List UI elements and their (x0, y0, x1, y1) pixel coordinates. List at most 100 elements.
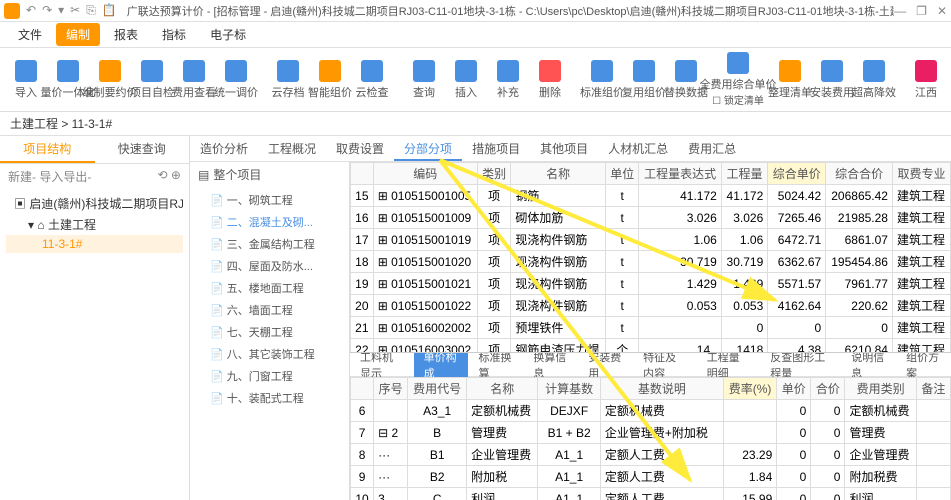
col-header[interactable] (351, 378, 374, 400)
cell[interactable]: 砌体加筋 (511, 207, 606, 229)
cell[interactable] (916, 444, 950, 466)
ribbon-项目自检[interactable]: 项目自检 (132, 58, 172, 102)
cell[interactable] (639, 317, 721, 339)
cell[interactable]: A1_1 (538, 444, 600, 466)
cell[interactable]: 钢筋 (511, 185, 606, 207)
cell[interactable]: 项 (477, 295, 511, 317)
cell[interactable]: 0 (811, 400, 845, 422)
cell[interactable]: 个 (605, 339, 639, 353)
cell[interactable]: 15.99 (723, 488, 776, 500)
col-header[interactable]: 综合单价 (768, 163, 826, 185)
cell[interactable]: ⊞ 010515001019 (373, 229, 477, 251)
tree-node[interactable]: ▾ ⌂ 土建工程 (6, 214, 183, 235)
ribbon-查询[interactable]: 查询 (404, 58, 444, 102)
cell[interactable]: 建筑工程 (892, 295, 950, 317)
left-tools[interactable]: 新建- 导入导出-⟲ ⊕ (0, 164, 189, 189)
cell[interactable]: t (605, 229, 639, 251)
cell[interactable]: 建筑工程 (892, 229, 950, 251)
toptab-7[interactable]: 费用汇总 (678, 136, 746, 161)
col-header[interactable]: 合价 (811, 378, 845, 400)
cell[interactable]: 15 (351, 185, 374, 207)
cell[interactable]: 项 (477, 207, 511, 229)
col-header[interactable]: 费用类别 (845, 378, 916, 400)
cell[interactable]: ⊞ 010515001022 (373, 295, 477, 317)
cell[interactable]: 8 (351, 444, 374, 466)
cell[interactable]: 14.. (639, 339, 721, 353)
cell[interactable]: t (605, 273, 639, 295)
cell[interactable]: 现浇构件钢筋 (511, 229, 606, 251)
cell[interactable]: 项 (477, 317, 511, 339)
col-header[interactable]: 费率(%) (723, 378, 776, 400)
col-header[interactable]: 备注 (916, 378, 950, 400)
item-grid[interactable]: 编码类别名称单位工程量表达式工程量综合单价综合合价取费专业15⊞ 0105150… (350, 162, 951, 352)
minimize-icon[interactable]: — (894, 4, 906, 18)
cell[interactable]: 建筑工程 (892, 273, 950, 295)
col-header[interactable]: 基数说明 (600, 378, 723, 400)
col-header[interactable]: 工程量 (721, 163, 767, 185)
tree-node[interactable]: ▣ 启迪(赣州)科技城二期项目RJ03-C1... (6, 193, 183, 214)
col-header[interactable]: 名称 (511, 163, 606, 185)
cell[interactable]: 21985.28 (826, 207, 893, 229)
cell[interactable]: 利润 (845, 488, 916, 500)
cell[interactable] (916, 466, 950, 488)
cell[interactable]: 6210.84 (826, 339, 893, 353)
ribbon-费用查看[interactable]: 费用查看 (174, 58, 214, 102)
cell[interactable]: 项 (477, 339, 511, 353)
cell[interactable]: 6 (351, 400, 374, 422)
cell[interactable]: 7 (351, 422, 374, 444)
cell[interactable]: B1 + B2 (538, 422, 600, 444)
ribbon-补充[interactable]: 补充 (488, 58, 528, 102)
cell[interactable]: DEJXF (538, 400, 600, 422)
cell[interactable]: 0 (777, 444, 811, 466)
cell[interactable]: 企业管理费 (467, 444, 538, 466)
ribbon-标准组价[interactable]: 标准组价 (582, 58, 622, 102)
menu-指标[interactable]: 指标 (152, 23, 196, 46)
cell[interactable]: 3.026 (639, 207, 721, 229)
ribbon-复用组价[interactable]: 复用组价 (624, 58, 664, 102)
col-header[interactable]: 序号 (374, 378, 408, 400)
copy-icon[interactable]: ⎘ (86, 3, 96, 18)
cell[interactable]: 1418 (721, 339, 767, 353)
col-header[interactable]: 计算基数 (538, 378, 600, 400)
cell[interactable]: 管理费 (845, 422, 916, 444)
section-item[interactable]: 📄 一、砌筑工程 (190, 189, 349, 211)
toptab-1[interactable]: 工程概况 (258, 136, 326, 161)
cell[interactable]: 0 (721, 317, 767, 339)
ribbon-全费用综合单价[interactable]: 全费用综合单价☐ 锁定清单 (718, 50, 758, 109)
cell[interactable]: 0 (777, 400, 811, 422)
cell[interactable]: 9 (351, 466, 374, 488)
cell[interactable] (916, 488, 950, 500)
cell[interactable]: ⊞ 010516003002 (373, 339, 477, 353)
cell[interactable]: 0 (811, 422, 845, 444)
toptab-6[interactable]: 人材机汇总 (598, 136, 678, 161)
col-header[interactable]: 取费专业 (892, 163, 950, 185)
section-item[interactable]: 📄 七、天棚工程 (190, 321, 349, 343)
col-header[interactable]: 单价 (777, 378, 811, 400)
cell[interactable]: 利润 (467, 488, 538, 500)
col-header[interactable]: 费用代号 (408, 378, 467, 400)
cell[interactable]: 6861.07 (826, 229, 893, 251)
ribbon-插入[interactable]: 插入 (446, 58, 486, 102)
cell[interactable]: 现浇构件钢筋 (511, 273, 606, 295)
redo-icon[interactable]: ↷ (42, 3, 52, 18)
cell[interactable]: t (605, 317, 639, 339)
cell[interactable]: B (408, 422, 467, 444)
col-header[interactable]: 工程量表达式 (639, 163, 721, 185)
section-item[interactable]: 📄 十、装配式工程 (190, 387, 349, 409)
cell[interactable]: 建筑工程 (892, 339, 950, 353)
cell[interactable]: 4.38 (768, 339, 826, 353)
tree-node[interactable]: 11-3-1# (6, 235, 183, 253)
cell[interactable]: A3_1 (408, 400, 467, 422)
left-tab-0[interactable]: 项目结构 (0, 136, 95, 163)
cell[interactable]: t (605, 295, 639, 317)
cell[interactable]: 附加税费 (845, 466, 916, 488)
cell[interactable] (916, 400, 950, 422)
cell[interactable]: 0 (811, 488, 845, 500)
cell[interactable]: 0.053 (721, 295, 767, 317)
cell[interactable]: 现浇构件钢筋 (511, 295, 606, 317)
cell[interactable]: t (605, 207, 639, 229)
cell[interactable]: 21 (351, 317, 374, 339)
cell[interactable]: 定额机械费 (845, 400, 916, 422)
cell[interactable]: 管理费 (467, 422, 538, 444)
cell[interactable]: ⊞ 010515001020 (373, 251, 477, 273)
